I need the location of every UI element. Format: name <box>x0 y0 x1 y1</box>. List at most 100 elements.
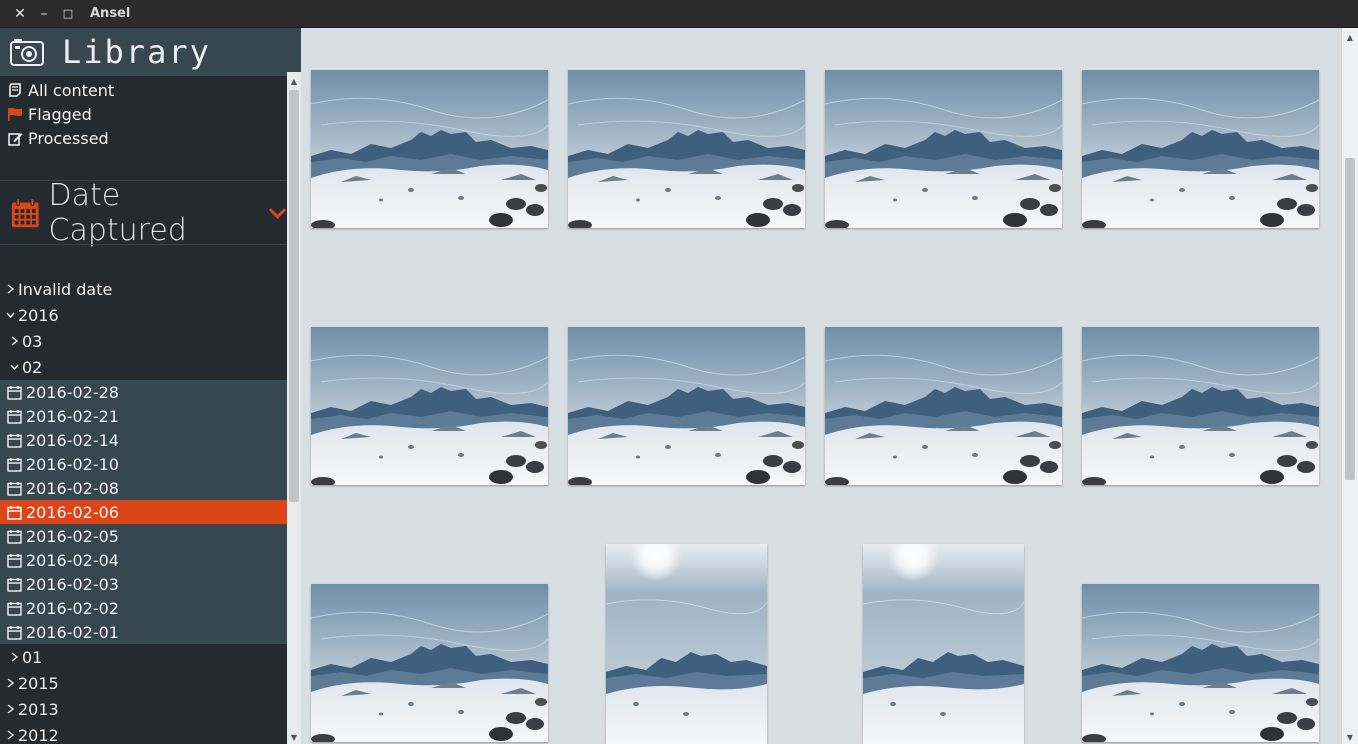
tree-item-label: 2013 <box>18 699 59 719</box>
calendar-icon <box>7 529 22 544</box>
tree-item-03[interactable]: 03 <box>0 328 287 354</box>
chevron-down-icon[interactable] <box>268 206 287 220</box>
filter-flagged[interactable]: Flagged <box>0 102 301 126</box>
tree-item-label: 02 <box>22 357 43 377</box>
tree-item-day[interactable]: 2016-02-02 <box>0 596 287 620</box>
tree-item-label: 2012 <box>18 725 59 744</box>
calendar-icon <box>7 409 22 424</box>
tree-item-label: 2016-02-06 <box>26 502 119 522</box>
photo-thumbnail[interactable] <box>311 327 548 485</box>
filter-all-content[interactable]: All content <box>0 78 301 102</box>
photo-thumbnail[interactable] <box>1082 584 1319 742</box>
tree-item-day[interactable]: 2016-02-03 <box>0 572 287 596</box>
calendar-icon <box>11 198 39 228</box>
date-captured-header[interactable]: Date Captured <box>0 178 287 248</box>
filter-processed[interactable]: Processed <box>0 126 301 150</box>
chevron-right-icon <box>11 336 19 346</box>
close-icon: ✕ <box>14 5 26 22</box>
quick-filters: All content Flagged Processed <box>0 76 301 150</box>
photo-thumbnail[interactable] <box>568 70 805 228</box>
photo-thumbnail[interactable] <box>863 544 1024 744</box>
chevron-right-icon <box>7 730 15 740</box>
photo-thumbnail[interactable] <box>311 584 548 742</box>
tree-item-label: 01 <box>22 647 43 667</box>
minimize-window-button[interactable]: – <box>32 0 56 28</box>
tree-item-2012[interactable]: 2012 <box>0 722 287 744</box>
title-bar: ✕ – □ Ansel <box>0 0 1358 28</box>
camera-icon <box>10 39 44 66</box>
flag-icon <box>7 106 23 122</box>
tree-item-label: 2016-02-10 <box>26 454 119 474</box>
scroll-up-arrow[interactable]: ▲ <box>1342 30 1358 44</box>
thumbnail-grid <box>301 28 1341 744</box>
photo-thumbnail[interactable] <box>1082 70 1319 228</box>
tree-item-label: 2016-02-03 <box>26 574 119 594</box>
chevron-down-icon <box>6 312 15 319</box>
tree-item-day-selected[interactable]: 2016-02-06 <box>0 500 287 524</box>
library-header: Library <box>0 28 301 76</box>
calendar-icon <box>7 457 22 472</box>
tree-item-label: 2016-02-08 <box>26 478 119 498</box>
scrollbar-thumb[interactable] <box>289 90 299 502</box>
tree-item-invalid-date[interactable]: Invalid date <box>0 276 287 302</box>
photo-thumbnail[interactable] <box>568 327 805 485</box>
window-title: Ansel <box>90 6 131 21</box>
close-window-button[interactable]: ✕ <box>8 0 32 28</box>
maximize-icon: □ <box>62 7 74 20</box>
calendar-icon <box>7 505 22 520</box>
chevron-right-icon <box>7 704 15 714</box>
chevron-right-icon <box>7 284 15 294</box>
tree-item-02[interactable]: 02 <box>0 354 287 380</box>
maximize-window-button[interactable]: □ <box>56 0 80 28</box>
tree-item-day[interactable]: 2016-02-21 <box>0 404 287 428</box>
calendar-icon <box>7 385 22 400</box>
tree-item-label: 2016-02-21 <box>26 406 119 426</box>
calendar-icon <box>7 433 22 448</box>
grid-scrollbar[interactable]: ▲ ▼ <box>1341 28 1358 744</box>
tree-item-day[interactable]: 2016-02-01 <box>0 620 287 644</box>
tree-item-label: 2015 <box>18 673 59 693</box>
tree-item-2013[interactable]: 2013 <box>0 696 287 722</box>
day-list: 2016-02-28 2016-02-21 2016-02-14 2016-02… <box>0 380 287 644</box>
date-captured-title: Date Captured <box>48 178 187 248</box>
sidebar: Library All content Flagged Processed Da… <box>0 28 301 744</box>
photo-thumbnail[interactable] <box>311 70 548 228</box>
photo-thumbnail[interactable] <box>606 544 767 744</box>
tree-item-01[interactable]: 01 <box>0 644 287 670</box>
tree-item-day[interactable]: 2016-02-04 <box>0 548 287 572</box>
date-tree: Invalid date 2016 03 02 2016-02-28 2016-… <box>0 276 287 744</box>
tree-item-day[interactable]: 2016-02-10 <box>0 452 287 476</box>
scroll-down-arrow[interactable]: ▼ <box>287 730 301 744</box>
calendar-icon <box>7 553 22 568</box>
scroll-up-arrow[interactable]: ▲ <box>287 74 301 88</box>
photo-thumbnail[interactable] <box>1082 327 1319 485</box>
photo-thumbnail[interactable] <box>825 70 1062 228</box>
tree-item-day[interactable]: 2016-02-28 <box>0 380 287 404</box>
tree-item-label: 2016-02-28 <box>26 382 119 402</box>
library-title: Library <box>62 33 211 71</box>
tree-item-2015[interactable]: 2015 <box>0 670 287 696</box>
filter-all-content-label: All content <box>28 80 115 100</box>
tree-item-label: 2016-02-01 <box>26 622 119 642</box>
tree-item-label: 2016-02-05 <box>26 526 119 546</box>
tree-item-day[interactable]: 2016-02-08 <box>0 476 287 500</box>
tree-item-label: 2016-02-04 <box>26 550 119 570</box>
calendar-icon <box>7 625 22 640</box>
tree-item-day[interactable]: 2016-02-05 <box>0 524 287 548</box>
tree-item-label: 2016-02-14 <box>26 430 119 450</box>
tree-item-2016[interactable]: 2016 <box>0 302 287 328</box>
minimize-icon: – <box>40 5 48 22</box>
photo-thumbnail[interactable] <box>825 327 1062 485</box>
tree-item-label: 2016 <box>18 305 59 325</box>
tree-item-label: 03 <box>22 331 43 351</box>
calendar-icon <box>7 601 22 616</box>
tree-item-label: Invalid date <box>18 279 113 299</box>
divider <box>0 244 287 245</box>
scrollbar-thumb[interactable] <box>1345 158 1355 480</box>
calendar-icon <box>7 481 22 496</box>
scroll-down-arrow[interactable]: ▼ <box>1342 730 1358 744</box>
filter-processed-label: Processed <box>28 128 109 148</box>
sidebar-scrollbar[interactable]: ▲ ▼ <box>287 72 301 744</box>
calendar-icon <box>7 577 22 592</box>
tree-item-day[interactable]: 2016-02-14 <box>0 428 287 452</box>
